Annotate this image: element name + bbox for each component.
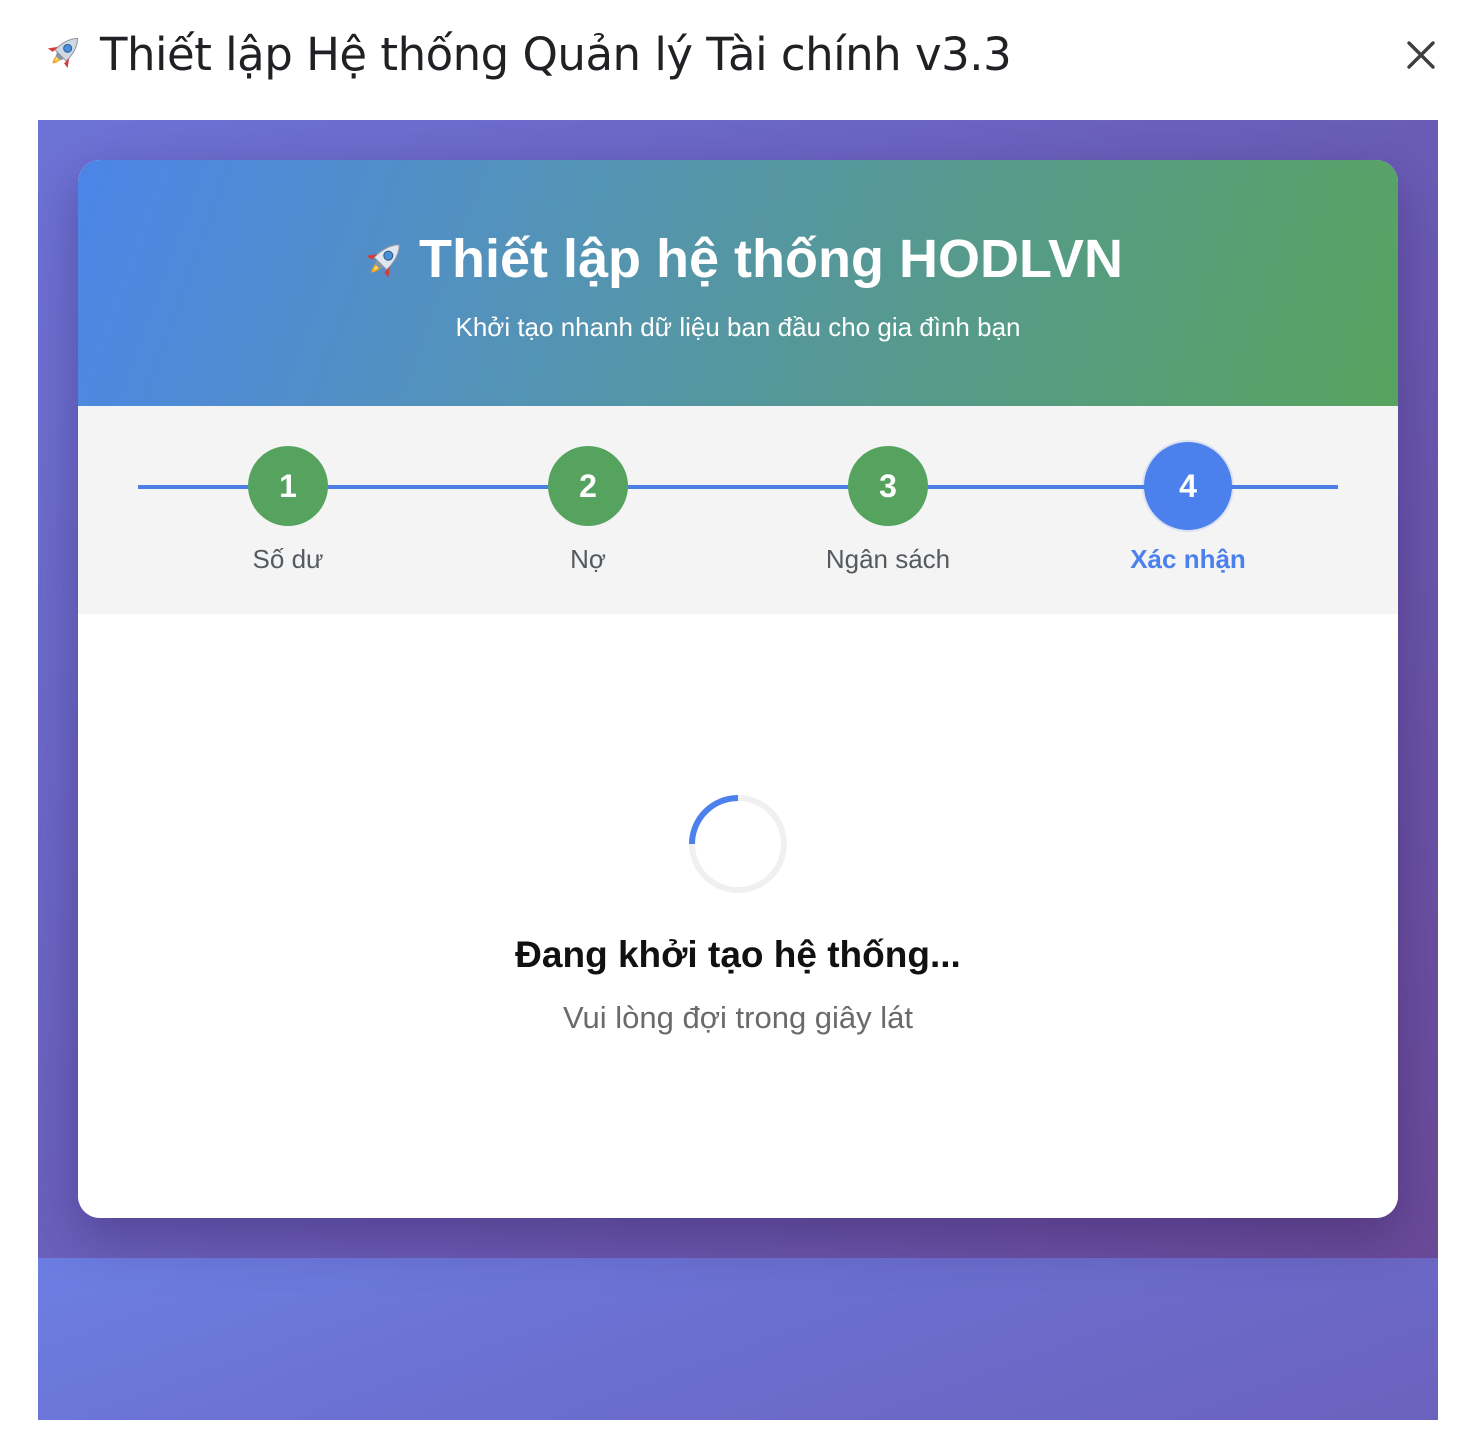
- dialog-title-text: Thiết lập Hệ thống Quản lý Tài chính v3.…: [100, 27, 1012, 81]
- step-label: Số dư: [252, 544, 324, 574]
- close-icon: [1407, 41, 1435, 69]
- step-number-badge-active: 4: [1144, 442, 1232, 530]
- app-background-lower: [38, 1258, 1438, 1420]
- dialog-titlebar: Thiết lập Hệ thống Quản lý Tài chính v3.…: [0, 0, 1458, 110]
- rocket-icon: [36, 28, 88, 80]
- step-label: Ngân sách: [825, 544, 951, 574]
- loading-panel: Đang khởi tạo hệ thống... Vui lòng đợi t…: [78, 614, 1398, 1218]
- step-number-badge: 1: [248, 446, 328, 526]
- loading-subtitle: Vui lòng đợi trong giây lát: [562, 1000, 914, 1035]
- step-ngan-sach[interactable]: 3 Ngân sách: [738, 446, 1038, 596]
- loading-title: Đang khởi tạo hệ thống...: [515, 934, 961, 975]
- step-xac-nhan[interactable]: 4 Xác nhận: [1038, 442, 1338, 596]
- app-frame: Thiết lập hệ thống HODLVN Khởi tạo nhanh…: [38, 120, 1438, 1420]
- step-no[interactable]: 2 Nợ: [438, 446, 738, 596]
- dialog-title: Thiết lập Hệ thống Quản lý Tài chính v3.…: [36, 24, 1012, 84]
- setup-card: Thiết lập hệ thống HODLVN Khởi tạo nhanh…: [78, 160, 1398, 1218]
- stepper: 1 Số dư 2 Nợ 3 Ngân sách 4 Xác nhận: [78, 406, 1398, 614]
- step-label: Nợ: [570, 544, 606, 574]
- card-title-text: Thiết lập hệ thống HODLVN: [419, 229, 1123, 289]
- card-title: Thiết lập hệ thống HODLVN: [78, 224, 1398, 294]
- step-so-du[interactable]: 1 Số dư: [138, 446, 438, 596]
- step-label-active: Xác nhận: [1130, 544, 1246, 574]
- close-button[interactable]: [1396, 30, 1446, 80]
- card-header: Thiết lập hệ thống HODLVN Khởi tạo nhanh…: [78, 160, 1398, 406]
- loading-spinner-icon: [689, 795, 787, 893]
- step-number-badge: 2: [548, 446, 628, 526]
- rocket-icon: [353, 233, 405, 285]
- step-number-badge: 3: [848, 446, 928, 526]
- card-subtitle: Khởi tạo nhanh dữ liệu ban đầu cho gia đ…: [455, 312, 1021, 342]
